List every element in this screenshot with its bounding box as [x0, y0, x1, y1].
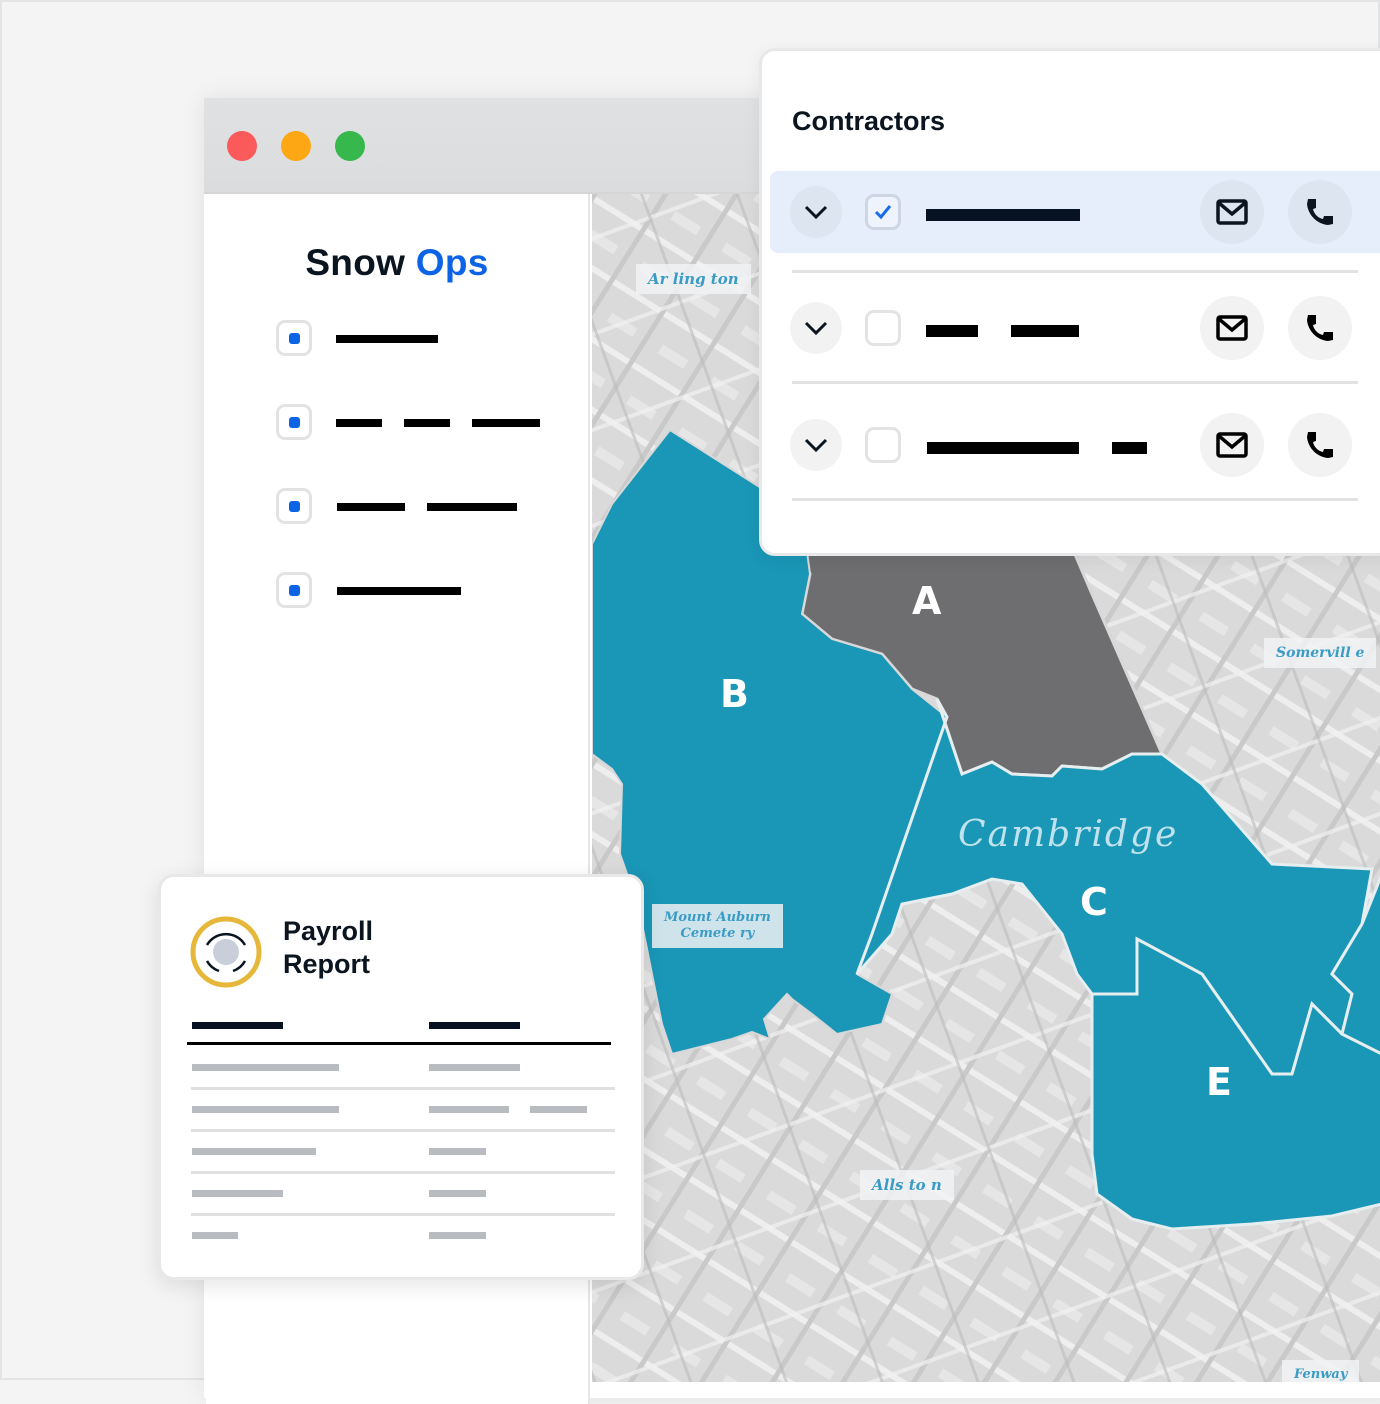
- call-button[interactable]: [1288, 413, 1352, 477]
- cell-redacted: [192, 1190, 283, 1197]
- envelope-icon: [1216, 199, 1248, 225]
- cell-redacted: [192, 1232, 238, 1239]
- header-divider: [187, 1042, 611, 1045]
- redacted-label: [427, 503, 517, 511]
- envelope-icon: [1216, 432, 1248, 458]
- row-divider: [191, 1129, 615, 1132]
- redacted-name: [926, 325, 978, 337]
- cell-redacted: [429, 1064, 520, 1071]
- place-label-line: Mount Auburn: [664, 910, 771, 925]
- sidebar-item[interactable]: [276, 488, 576, 524]
- report-status-icon: [190, 916, 262, 988]
- email-button[interactable]: [1200, 296, 1264, 360]
- row-divider: [191, 1213, 615, 1216]
- chevron-down-icon: [804, 321, 828, 335]
- email-button[interactable]: [1200, 180, 1264, 244]
- redacted-label: [336, 419, 382, 427]
- title-line: Report: [283, 949, 370, 979]
- zone-b-label: B: [720, 672, 749, 716]
- expand-button[interactable]: [790, 419, 842, 471]
- row-checkbox[interactable]: [865, 194, 901, 230]
- place-label-line: Cemete ry: [680, 926, 755, 941]
- place-label-arlington: Ar ling ton: [636, 264, 751, 294]
- city-label-cambridge: Cambridge: [958, 814, 1179, 855]
- envelope-icon: [1216, 315, 1248, 341]
- redacted-name: [926, 209, 1080, 221]
- item-checkbox[interactable]: [276, 404, 312, 440]
- row-checkbox[interactable]: [865, 310, 901, 346]
- title-line: Payroll: [283, 916, 374, 946]
- row-checkbox[interactable]: [865, 427, 901, 463]
- row-divider: [191, 1171, 615, 1174]
- cell-redacted: [192, 1106, 339, 1113]
- call-button[interactable]: [1288, 296, 1352, 360]
- redacted-name: [1011, 325, 1079, 337]
- redacted-label: [404, 419, 450, 427]
- contractor-row[interactable]: [770, 404, 1380, 486]
- cell-redacted: [192, 1064, 339, 1071]
- redacted-label: [337, 503, 405, 511]
- cell-redacted: [429, 1232, 486, 1239]
- minimize-window-button[interactable]: [281, 131, 311, 161]
- zone-a-label: A: [912, 579, 942, 623]
- sidebar-item[interactable]: [276, 572, 576, 608]
- chevron-down-icon: [804, 205, 828, 219]
- panel-title: Contractors: [792, 106, 946, 136]
- call-button[interactable]: [1288, 180, 1352, 244]
- cell-redacted: [429, 1148, 486, 1155]
- sidebar-item[interactable]: [276, 320, 576, 356]
- row-divider: [792, 270, 1358, 273]
- sidebar-item[interactable]: [276, 404, 576, 440]
- redacted-name: [927, 442, 1079, 454]
- cell-redacted: [192, 1148, 316, 1155]
- contractor-row[interactable]: [770, 171, 1380, 253]
- zone-e-label: E: [1206, 1060, 1232, 1104]
- brand-accent: Ops: [415, 242, 489, 283]
- cell-redacted: [429, 1106, 509, 1113]
- redacted-label: [472, 419, 540, 427]
- cell-redacted: [530, 1106, 587, 1113]
- cell-redacted: [429, 1190, 486, 1197]
- redacted-name: [1112, 442, 1147, 454]
- column-header-redacted: [429, 1022, 520, 1029]
- place-label-fenway: Fenway: [1282, 1360, 1360, 1382]
- expand-button[interactable]: [790, 186, 842, 238]
- row-divider: [792, 498, 1358, 501]
- row-divider: [792, 381, 1358, 384]
- place-label-mount-auburn: Mount Auburn Cemete ry: [652, 904, 783, 948]
- place-label-somerville: Somervill e: [1264, 638, 1377, 668]
- place-label-allston: Alls to n: [860, 1170, 954, 1200]
- payroll-title: Payroll Report: [283, 915, 373, 981]
- item-checkbox[interactable]: [276, 488, 312, 524]
- email-button[interactable]: [1200, 413, 1264, 477]
- redacted-label: [336, 335, 438, 343]
- chevron-down-icon: [804, 438, 828, 452]
- contractors-panel: Contractors: [759, 48, 1380, 556]
- close-window-button[interactable]: [227, 131, 257, 161]
- expand-button[interactable]: [790, 302, 842, 354]
- item-checkbox[interactable]: [276, 572, 312, 608]
- maximize-window-button[interactable]: [335, 131, 365, 161]
- phone-icon: [1307, 199, 1333, 225]
- checkmark-icon: [874, 205, 892, 220]
- phone-icon: [1307, 432, 1333, 458]
- brand-primary: Snow: [305, 242, 406, 283]
- app-logo: Snow Ops: [206, 242, 588, 284]
- item-checkbox[interactable]: [276, 320, 312, 356]
- phone-icon: [1307, 315, 1333, 341]
- redacted-label: [337, 587, 461, 595]
- contractor-row[interactable]: [770, 287, 1380, 369]
- payroll-report-card[interactable]: Payroll Report: [158, 874, 644, 1280]
- row-divider: [191, 1087, 615, 1090]
- zone-c-label: C: [1080, 880, 1108, 924]
- column-header-redacted: [192, 1022, 283, 1029]
